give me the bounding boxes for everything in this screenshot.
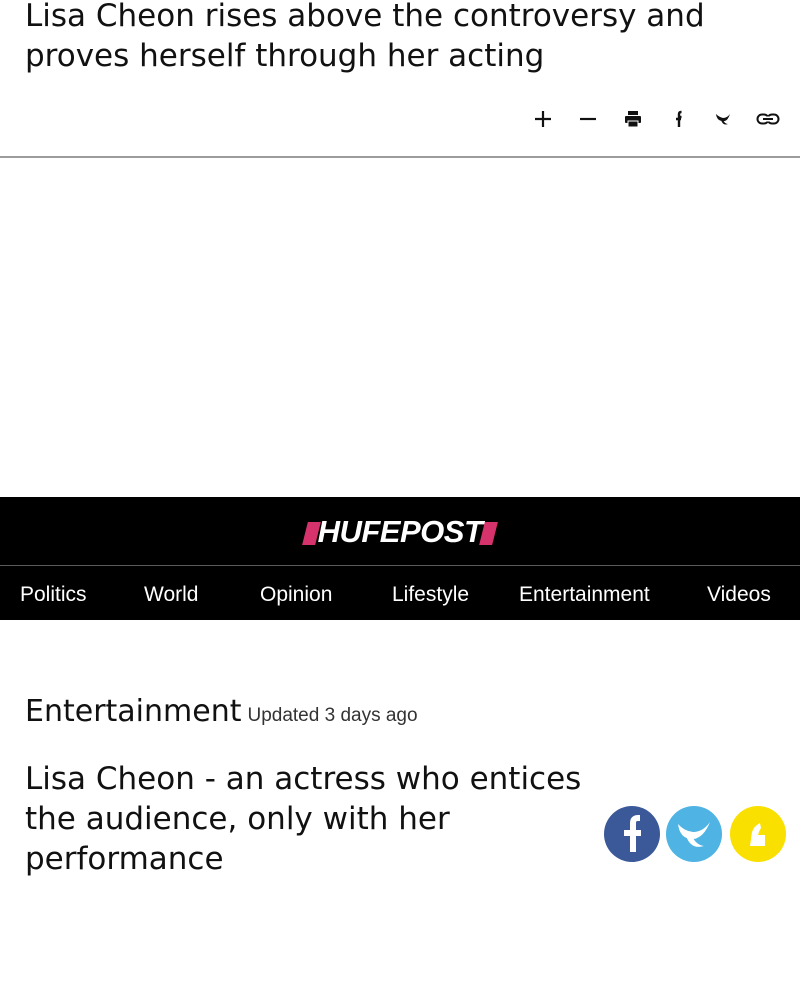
nav-bar: Politics World Opinion Lifestyle Enterta… [0,566,800,620]
nav-item-politics[interactable]: Politics [20,582,87,608]
nav-item-videos[interactable]: Videos [707,582,771,608]
nav-item-opinion[interactable]: Opinion [260,582,332,608]
facebook-share-circle[interactable] [604,806,660,862]
facebook-icon [675,110,681,127]
article-toolbar [520,102,790,136]
twitter-share-circle[interactable] [666,806,722,862]
article-meta: Entertainment Updated 3 days ago [25,692,418,732]
updated-time: Updated 3 days ago [247,705,418,726]
copy-link-button[interactable] [745,102,790,136]
nav-item-world[interactable]: World [144,582,198,608]
nav-item-lifestyle[interactable]: Lifestyle [392,582,469,608]
section-label[interactable]: Entertainment [25,694,241,729]
article-headline: Lisa Cheon - an actress who entices the … [25,761,582,877]
print-icon [624,111,641,128]
increase-font-button[interactable] [520,102,565,136]
facebook-icon [624,815,641,852]
site-logo[interactable]: HUFEPOST [0,512,800,552]
plus-icon [534,111,551,127]
twitter-icon [678,822,710,847]
nav-item-entertainment[interactable]: Entertainment [519,582,650,608]
kakaotalk-share-circle[interactable] [730,806,786,862]
minus-icon [579,117,596,121]
print-button[interactable] [610,102,655,136]
top-article-title: Lisa Cheon rises above the controversy a… [25,0,705,74]
decrease-font-button[interactable] [565,102,610,136]
toolbar-divider [0,156,800,158]
kakaotalk-icon [750,823,765,846]
twitter-icon [715,114,730,125]
logo-text: HUFEPOST [317,514,483,549]
link-icon [756,113,779,125]
twitter-share-button[interactable] [700,102,745,136]
facebook-share-button[interactable] [655,102,700,136]
